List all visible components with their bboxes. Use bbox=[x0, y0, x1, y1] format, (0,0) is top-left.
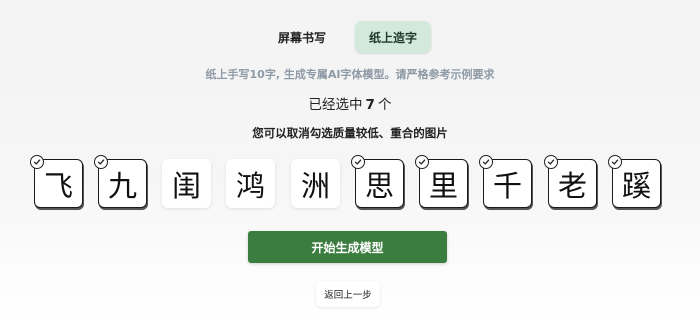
check-circle-icon[interactable] bbox=[544, 155, 558, 169]
tab-paper-writing[interactable]: 纸上造字 bbox=[355, 21, 431, 53]
character-glyph: 飞 bbox=[43, 168, 73, 203]
tab-screen-writing[interactable]: 屏幕书写 bbox=[264, 21, 340, 53]
character-glyph: 里 bbox=[428, 168, 458, 203]
character-glyph: 千 bbox=[492, 168, 522, 203]
check-circle-icon[interactable] bbox=[608, 155, 622, 169]
character-card[interactable]: 千 bbox=[479, 155, 532, 208]
back-button[interactable]: 返回上一步 bbox=[316, 281, 380, 307]
character-card[interactable]: 闺 bbox=[162, 159, 211, 208]
character-glyph: 思 bbox=[364, 168, 394, 203]
selection-number: 7 bbox=[365, 97, 375, 113]
selection-prefix: 已经选中 bbox=[308, 97, 363, 113]
character-glyph: 九 bbox=[107, 168, 137, 203]
character-card[interactable]: 飞 bbox=[30, 155, 83, 208]
character-card[interactable]: 老 bbox=[544, 155, 597, 208]
character-card[interactable]: 蹊 bbox=[608, 155, 661, 208]
character-glyph: 闺 bbox=[171, 168, 201, 203]
character-grid: 飞 九 闺 鸿 洲 思 里 千 老 蹊 bbox=[0, 155, 700, 211]
check-circle-icon[interactable] bbox=[30, 155, 44, 169]
character-glyph: 老 bbox=[557, 168, 587, 203]
character-glyph: 蹊 bbox=[621, 168, 651, 203]
deselect-hint: 您可以取消勾选质量较低、重合的图片 bbox=[252, 126, 448, 140]
character-glyph: 洲 bbox=[300, 168, 330, 203]
check-circle-icon[interactable] bbox=[415, 155, 429, 169]
character-glyph: 鸿 bbox=[235, 168, 265, 203]
check-circle-icon[interactable] bbox=[479, 155, 493, 169]
mode-tabs: 屏幕书写 纸上造字 bbox=[0, 21, 700, 53]
character-card[interactable]: 九 bbox=[94, 155, 147, 208]
character-card[interactable]: 里 bbox=[415, 155, 468, 208]
selection-count: 已经选中 7 个 bbox=[0, 93, 700, 113]
check-circle-icon[interactable] bbox=[351, 155, 365, 169]
character-card[interactable]: 洲 bbox=[291, 159, 340, 208]
character-card[interactable]: 思 bbox=[351, 155, 404, 208]
selection-suffix: 个 bbox=[377, 97, 392, 113]
start-generate-button[interactable]: 开始生成模型 bbox=[248, 231, 447, 263]
character-card[interactable]: 鸿 bbox=[226, 159, 275, 208]
instruction-subtitle: 纸上手写10字, 生成专属AI字体模型。请严格参考示例要求 bbox=[205, 68, 495, 81]
check-circle-icon[interactable] bbox=[94, 155, 108, 169]
